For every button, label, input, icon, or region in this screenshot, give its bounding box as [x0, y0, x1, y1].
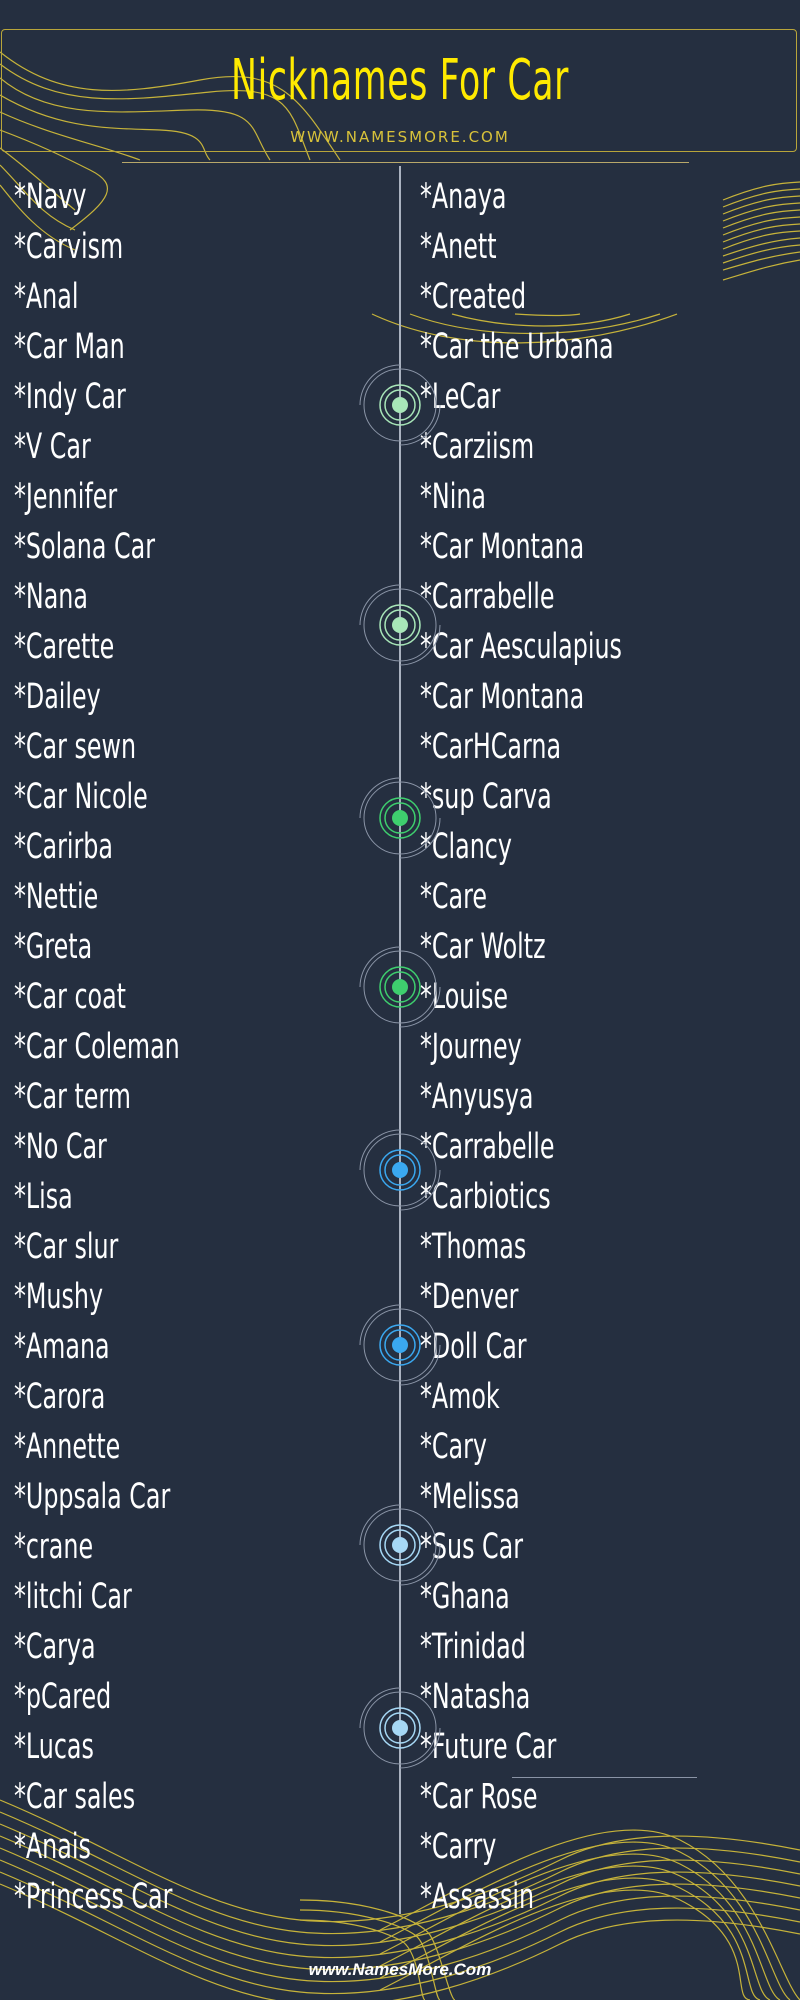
list-item: *Carry: [420, 1827, 497, 1867]
list-item: *Annette: [14, 1427, 121, 1467]
target-icon: [359, 1504, 441, 1586]
list-item: *Uppsala Car: [14, 1477, 171, 1517]
left-name-list: *Navy *Carvism *Anal *Car Man *Indy Car *V Ca…: [14, 172, 258, 1922]
list-item: *LeCar: [420, 377, 501, 417]
list-item: *Carrabelle: [420, 1127, 555, 1167]
list-item: *pCared: [14, 1677, 112, 1717]
list-item: *Amana: [14, 1327, 110, 1367]
list-item: *Car slur: [14, 1227, 119, 1267]
list-item: *Car Montana: [420, 677, 585, 717]
right-name-list: *Anaya *Anett *Created *Car the Urbana *LeCa…: [420, 172, 717, 1922]
list-item: *Nina: [420, 477, 486, 517]
list-item: *Carirba: [14, 827, 113, 867]
list-item: *Anais: [14, 1827, 91, 1867]
divider: [122, 162, 689, 163]
list-item: *Carrabelle: [420, 577, 555, 617]
list-item: *sup Carva: [420, 777, 552, 817]
list-item: *Car Man: [14, 327, 125, 367]
list-item: *Melissa: [420, 1477, 520, 1517]
list-item: *Nana: [14, 577, 88, 617]
list-item: *Car Nicole: [14, 777, 148, 817]
list-item: *Doll Car: [420, 1327, 527, 1367]
list-item: *Car Montana: [420, 527, 585, 567]
list-item: *Nettie: [14, 877, 99, 917]
target-icon: [359, 1304, 441, 1386]
list-item: *Created: [420, 277, 527, 317]
list-item: *Care: [420, 877, 488, 917]
list-item: *Carette: [14, 627, 115, 667]
list-item: *Car Woltz: [420, 927, 546, 967]
list-item: *Sus Car: [420, 1527, 524, 1567]
target-icon: [359, 1687, 441, 1769]
target-icon: [359, 946, 441, 1028]
list-item: *Journey: [420, 1027, 522, 1067]
target-icon: [359, 584, 441, 666]
list-item: *Carvism: [14, 227, 124, 267]
list-item: *Indy Car: [14, 377, 126, 417]
list-item: *Anyusya: [420, 1077, 534, 1117]
list-item: *CarHCarna: [420, 727, 562, 767]
list-item: *Thomas: [420, 1227, 527, 1267]
list-item: *Louise: [420, 977, 509, 1017]
footer-site-url[interactable]: www.NamesMore.Com: [0, 1960, 800, 1980]
list-item: *Trinidad: [420, 1627, 526, 1667]
list-item: *No Car: [14, 1127, 107, 1167]
list-item: *Car Rose: [420, 1777, 538, 1817]
target-icon: [359, 1129, 441, 1211]
list-item: *litchi Car: [14, 1577, 132, 1617]
list-item: *Anaya: [420, 177, 507, 217]
list-item: *Ghana: [420, 1577, 510, 1617]
list-item: *Greta: [14, 927, 93, 967]
list-item: *Car sewn: [14, 727, 137, 767]
list-item: *Solana Car: [14, 527, 155, 567]
target-icon: [359, 777, 441, 859]
list-item: *Clancy: [420, 827, 512, 867]
list-item: *Car term: [14, 1077, 131, 1117]
list-item: *Natasha: [420, 1677, 531, 1717]
list-item: *Anal: [14, 277, 79, 317]
list-item: *V Car: [14, 427, 91, 467]
list-item: *Car Coleman: [14, 1027, 180, 1067]
list-item: *Navy: [14, 177, 87, 217]
list-item: *Car the Urbana: [420, 327, 614, 367]
list-item: *Carora: [14, 1377, 106, 1417]
list-item: *Princess Car: [14, 1877, 173, 1917]
list-item: *Car coat: [14, 977, 127, 1017]
list-item: *Mushy: [14, 1277, 104, 1317]
page-title: Nicknames For Car: [230, 48, 570, 113]
list-item: *Carziism: [420, 427, 535, 467]
list-item: *Dailey: [14, 677, 101, 717]
list-item: *Future Car: [420, 1727, 557, 1767]
list-item: *Anett: [420, 227, 497, 267]
list-item: *Car Aesculapius: [420, 627, 622, 667]
target-icon: [359, 364, 441, 446]
list-item: *Lisa: [14, 1177, 73, 1217]
list-item: *Cary: [420, 1427, 487, 1467]
list-item: *Carbiotics: [420, 1177, 551, 1217]
list-item: *Lucas: [14, 1727, 94, 1767]
list-item: *Denver: [420, 1277, 519, 1317]
list-item: *Jennifer: [14, 477, 118, 517]
site-url-subtitle[interactable]: WWW.NAMESMORE.COM: [0, 128, 800, 146]
list-item: *Car sales: [14, 1777, 136, 1817]
list-item: *crane: [14, 1527, 94, 1567]
list-item: *Carya: [14, 1627, 96, 1667]
list-item: *Amok: [420, 1377, 500, 1417]
list-item: *Assassin: [420, 1877, 535, 1917]
